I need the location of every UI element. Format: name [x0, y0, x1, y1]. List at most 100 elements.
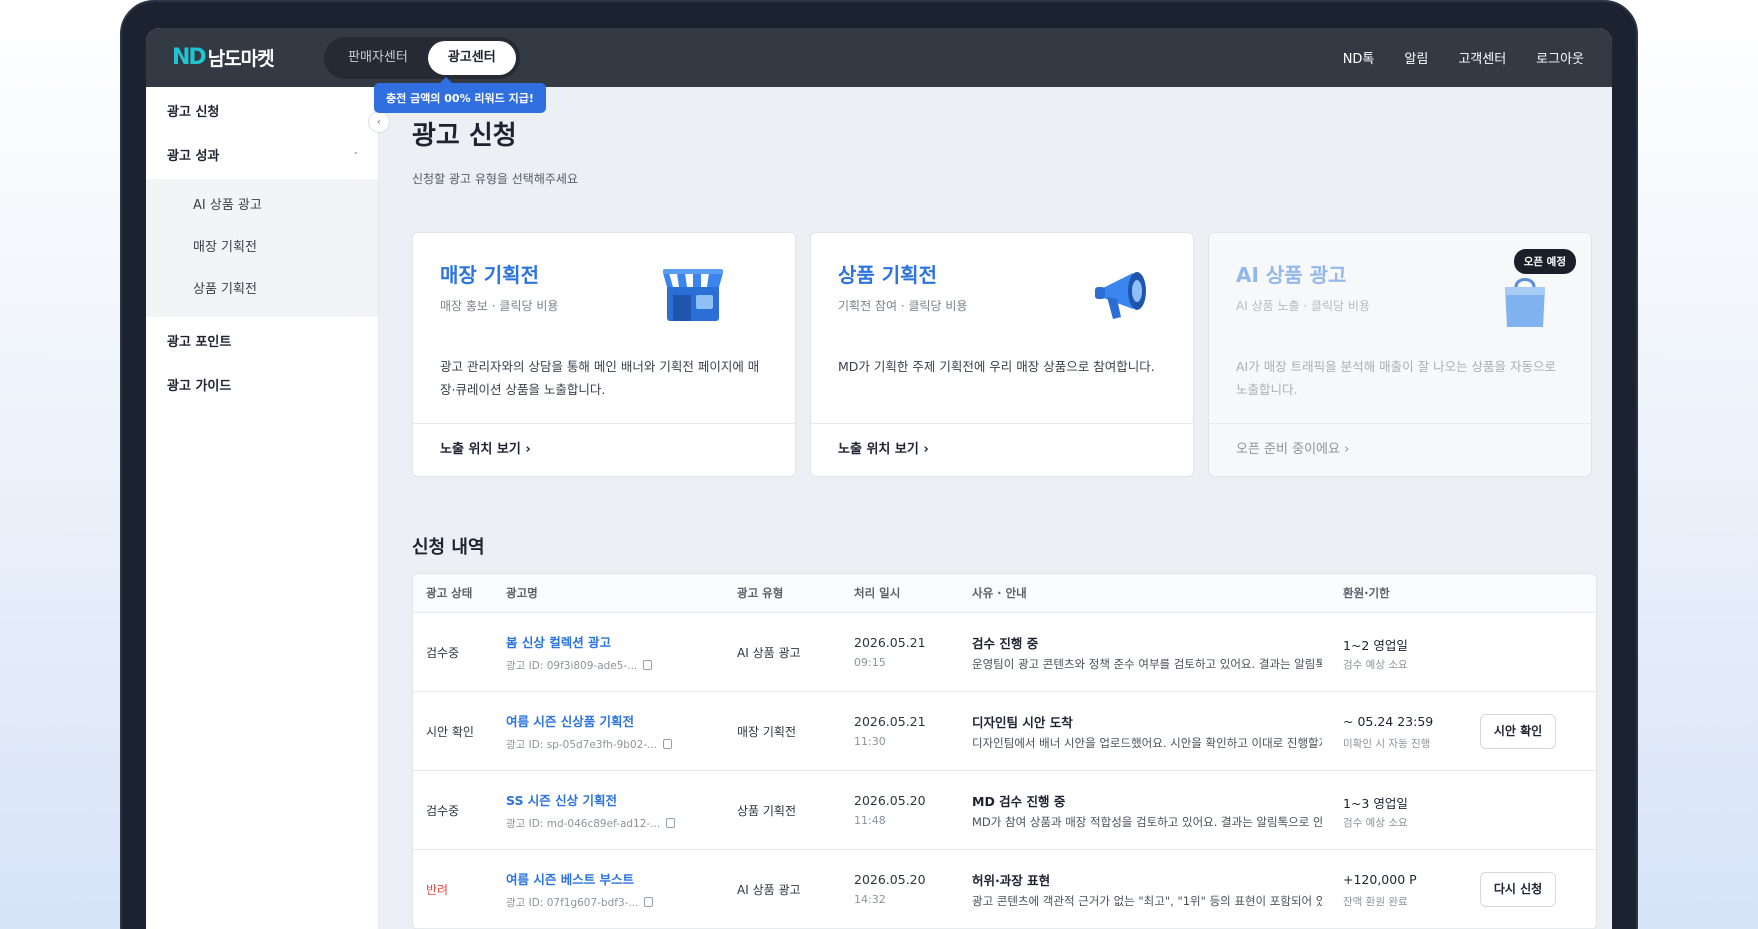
- reason-title: 검수 진행 중: [972, 636, 1039, 651]
- card-subtitle: 기획전 참여 · 클릭당 비용: [838, 299, 968, 313]
- ad-name-link[interactable]: SS 시즌 신상 기획전: [506, 790, 617, 809]
- refund-note: 검수 예상 소요: [1343, 659, 1408, 671]
- col-status: 광고 상태: [426, 586, 473, 600]
- ad-id-text: 광고 ID: 09f3i809-ade5-...: [506, 660, 638, 672]
- ad-name-link[interactable]: 여름 시즌 베스트 부스트: [506, 869, 634, 888]
- ad-name-link[interactable]: 봄 신상 컬렉션 광고: [506, 632, 611, 651]
- ad-type: 매장 기획전: [737, 725, 797, 739]
- processed-time: 11:30: [854, 735, 886, 748]
- nav-customer-center[interactable]: 고객센터: [1458, 48, 1506, 67]
- app-window: ND 남도마켓 판매자센터 광고센터 ND톡 알림 고객센터 로그아웃 충전 금…: [146, 28, 1612, 929]
- ad-id: 광고 ID: sp-05d7e3fh-9b02-...: [506, 737, 673, 752]
- card-title: 매장 기획전: [440, 263, 539, 287]
- ad-id: 광고 ID: 07f1g607-bdf3-...: [506, 895, 654, 910]
- processed-time: 09:15: [854, 656, 886, 669]
- reason-title: 디자인팀 시안 도착: [972, 715, 1073, 730]
- card-store-exhibition[interactable]: 매장 기획전 매장 홍보 · 클릭당 비용 광고 관리자와의 상담을 통해 메인…: [412, 232, 796, 477]
- sidebar-item-ad-points[interactable]: 광고 포인트: [146, 321, 378, 365]
- col-reason: 사유 · 안내: [972, 586, 1027, 600]
- sidebar-item-ad-performance[interactable]: 광고 성과 ˄: [146, 135, 378, 179]
- nav-notifications[interactable]: 알림: [1404, 48, 1428, 67]
- table-row[interactable]: 검수중 봄 신상 컬렉션 광고 광고 ID: 09f3i809-ade5-...…: [413, 613, 1596, 692]
- ad-name-link[interactable]: 여름 시즌 신상품 기획전: [506, 711, 634, 730]
- reason-description: 광고 콘텐츠에 객관적 근거가 없는 "최고", "1위" 등의 표현이 포함되…: [972, 894, 1322, 908]
- sidebar-subitem-product-exhibition[interactable]: 상품 기획전: [146, 269, 378, 311]
- ad-type: AI 상품 광고: [737, 883, 801, 897]
- storefront-icon: [663, 269, 723, 321]
- reapply-button[interactable]: 다시 신청: [1480, 872, 1556, 907]
- col-ad-name: 광고명: [506, 586, 538, 600]
- shopping-bag-icon: [1505, 278, 1545, 327]
- copy-icon[interactable]: [643, 660, 653, 670]
- status-label: 반려: [426, 883, 449, 897]
- card-product-exhibition[interactable]: 상품 기획전 기획전 참여 · 클릭당 비용 MD가 기획한 주제 기획전에 우…: [810, 232, 1194, 477]
- processed-date: 2026.05.21: [854, 635, 926, 650]
- tab-seller-center[interactable]: 판매자센터: [328, 41, 428, 75]
- sidebar-item-ad-apply[interactable]: 광고 신청: [146, 91, 378, 135]
- copy-icon[interactable]: [644, 897, 654, 907]
- view-placement-link[interactable]: 노출 위치 보기 ›: [413, 423, 795, 476]
- coming-soon-link[interactable]: 오픈 준비 중이에요 ›: [1209, 423, 1591, 476]
- history-table: 광고 상태 광고명 광고 유형 처리 일시 사유 · 안내 환원·기한 검수중 …: [412, 573, 1597, 929]
- ad-id-text: 광고 ID: md-046c89ef-ad12-...: [506, 818, 661, 830]
- refund-note: 잔액 환원 완료: [1343, 896, 1408, 908]
- view-placement-link[interactable]: 노출 위치 보기 ›: [811, 423, 1193, 476]
- page-title: 광고 신청: [412, 121, 517, 151]
- card-description: MD가 기획한 주제 기획전에 우리 매장 상품으로 참여합니다.: [838, 359, 1155, 374]
- reason-description: MD가 참여 상품과 매장 적합성을 검토하고 있어요. 결과는 알림톡으로 안…: [972, 815, 1322, 829]
- sidebar-submenu: AI 상품 광고 매장 기획전 상품 기획전: [146, 179, 378, 317]
- sidebar-item-ad-guide[interactable]: 광고 가이드: [146, 365, 378, 409]
- tab-ad-center[interactable]: 광고센터: [427, 40, 516, 75]
- table-row[interactable]: 검수중 SS 시즌 신상 기획전 광고 ID: md-046c89ef-ad12…: [413, 771, 1596, 850]
- status-label: 시안 확인: [426, 725, 474, 739]
- review-draft-button[interactable]: 시안 확인: [1480, 714, 1556, 749]
- processed-date: 2026.05.21: [854, 714, 926, 729]
- sidebar-subitem-ai-ad[interactable]: AI 상품 광고: [146, 185, 378, 227]
- card-subtitle: 매장 홍보 · 클릭당 비용: [440, 299, 559, 313]
- refund-value: 1~3 영업일: [1343, 796, 1408, 811]
- table-row[interactable]: 반려 여름 시즌 베스트 부스트 광고 ID: 07f1g607-bdf3-..…: [413, 850, 1596, 929]
- ad-id-text: 광고 ID: 07f1g607-bdf3-...: [506, 897, 639, 909]
- refund-note: 검수 예상 소요: [1343, 817, 1408, 829]
- table-header: 광고 상태 광고명 광고 유형 처리 일시 사유 · 안내 환원·기한: [413, 574, 1596, 613]
- ad-type: 상품 기획전: [737, 804, 797, 818]
- reason-description: 운영팀이 광고 콘텐츠와 정책 준수 여부를 검토하고 있어요. 결과는 알림톡…: [972, 657, 1322, 671]
- refund-note: 미확인 시 자동 진행: [1343, 738, 1431, 750]
- center-switcher: 판매자센터 광고센터: [324, 36, 520, 79]
- processed-date: 2026.05.20: [854, 793, 926, 808]
- logo-mark: ND: [172, 45, 207, 70]
- processed-time: 11:48: [854, 814, 886, 827]
- reason-title: 허위·과장 표현: [972, 873, 1051, 888]
- page-subtitle: 신청할 광고 유형을 선택해주세요: [412, 172, 579, 186]
- copy-icon[interactable]: [663, 739, 673, 749]
- nav-logout[interactable]: 로그아웃: [1536, 48, 1584, 67]
- top-nav: ND톡 알림 고객센터 로그아웃: [1313, 48, 1584, 67]
- chevron-up-icon: ˄: [353, 152, 359, 162]
- status-label: 검수중: [426, 804, 460, 818]
- ad-id: 광고 ID: md-046c89ef-ad12-...: [506, 816, 676, 831]
- col-ad-type: 광고 유형: [737, 586, 784, 600]
- card-subtitle: AI 상품 노출 · 클릭당 비용: [1236, 299, 1370, 313]
- card-ai-product-ad[interactable]: AI 상품 광고 AI 상품 노출 · 클릭당 비용 오픈 예정 AI가 매장 …: [1208, 232, 1592, 477]
- status-label: 검수중: [426, 646, 460, 660]
- logo[interactable]: ND 남도마켓: [172, 44, 310, 71]
- promo-tooltip: 충전 금액의 00% 리워드 지급!: [374, 77, 546, 113]
- refund-value: 1~2 영업일: [1343, 638, 1408, 653]
- col-processed-at: 처리 일시: [854, 586, 901, 600]
- reason-title: MD 검수 진행 중: [972, 794, 1066, 809]
- refund-value: ~ 05.24 23:59: [1343, 714, 1434, 729]
- table-row[interactable]: 시안 확인 여름 시즌 신상품 기획전 광고 ID: sp-05d7e3fh-9…: [413, 692, 1596, 771]
- refund-value: +120,000 P: [1343, 872, 1417, 887]
- card-title: 상품 기획전: [838, 263, 937, 287]
- sidebar-subitem-store-exhibition[interactable]: 매장 기획전: [146, 227, 378, 269]
- logo-text: 남도마켓: [207, 48, 275, 70]
- collapse-sidebar-button[interactable]: ‹: [368, 111, 390, 133]
- reason-description: 디자인팀에서 배너 시안을 업로드했어요. 시안을 확인하고 이대로 진행할지 …: [972, 736, 1322, 750]
- nav-nd-talk[interactable]: ND톡: [1343, 48, 1375, 67]
- ad-type: AI 상품 광고: [737, 646, 801, 660]
- copy-icon[interactable]: [666, 818, 676, 828]
- processed-time: 14:32: [854, 893, 886, 906]
- card-title: AI 상품 광고: [1236, 263, 1347, 287]
- megaphone-icon: [1095, 272, 1146, 319]
- card-description: 광고 관리자와의 상담을 통해 메인 배너와 기획전 페이지에 매장·큐레이션 …: [440, 359, 760, 397]
